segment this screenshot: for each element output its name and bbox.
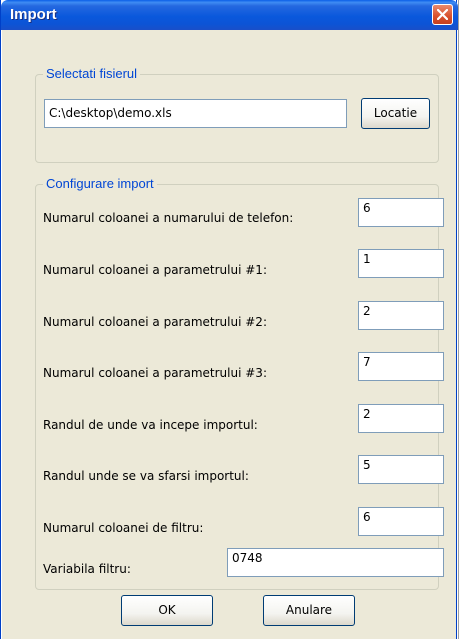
file-group-legend: Selectati fisierul: [43, 66, 141, 81]
phone-column-input[interactable]: 6: [358, 198, 444, 227]
start-row-label: Randul de unde va incepe importul:: [43, 418, 258, 432]
filter-column-input[interactable]: 6: [358, 507, 444, 536]
cancel-button-label: Anulare: [285, 603, 333, 617]
config-group-legend: Configurare import: [43, 176, 157, 191]
import-dialog: Import Selectati fisierul C:\desktop\dem…: [0, 0, 458, 639]
param2-column-label: Numarul coloanei a parametrului #2:: [43, 315, 267, 329]
param1-column-label: Numarul coloanei a parametrului #1:: [43, 263, 267, 277]
close-icon: [437, 9, 448, 20]
close-button[interactable]: [432, 4, 453, 25]
file-select-group: Selectati fisierul C:\desktop\demo.xls L…: [35, 66, 439, 163]
locatie-button[interactable]: Locatie: [361, 98, 430, 129]
param1-column-input[interactable]: 1: [358, 249, 444, 278]
start-row-input[interactable]: 2: [358, 404, 444, 433]
param3-column-label: Numarul coloanei a parametrului #3:: [43, 366, 267, 380]
locatie-button-label: Locatie: [373, 106, 418, 120]
phone-column-label: Numarul coloanei a numarului de telefon:: [43, 211, 294, 225]
end-row-label: Randul unde se va sfarsi importul:: [43, 469, 249, 483]
cancel-button[interactable]: Anulare: [263, 595, 355, 626]
filter-column-label: Numarul coloanei de filtru:: [43, 521, 204, 535]
background-window-edge: [458, 0, 468, 639]
ok-button[interactable]: OK: [121, 595, 213, 626]
window-title: Import: [10, 6, 57, 23]
config-group: Configurare import Numarul coloanei a nu…: [35, 176, 444, 590]
param3-column-input[interactable]: 7: [358, 352, 444, 381]
file-path-input[interactable]: C:\desktop\demo.xls: [44, 99, 347, 128]
ok-button-label: OK: [158, 603, 176, 617]
title-bar[interactable]: Import: [1, 0, 458, 30]
filter-variable-input[interactable]: 0748: [227, 548, 444, 577]
end-row-input[interactable]: 5: [358, 455, 444, 484]
param2-column-input[interactable]: 2: [358, 301, 444, 330]
filter-variable-label: Variabila filtru:: [43, 562, 131, 576]
dialog-body: Selectati fisierul C:\desktop\demo.xls L…: [2, 30, 456, 639]
